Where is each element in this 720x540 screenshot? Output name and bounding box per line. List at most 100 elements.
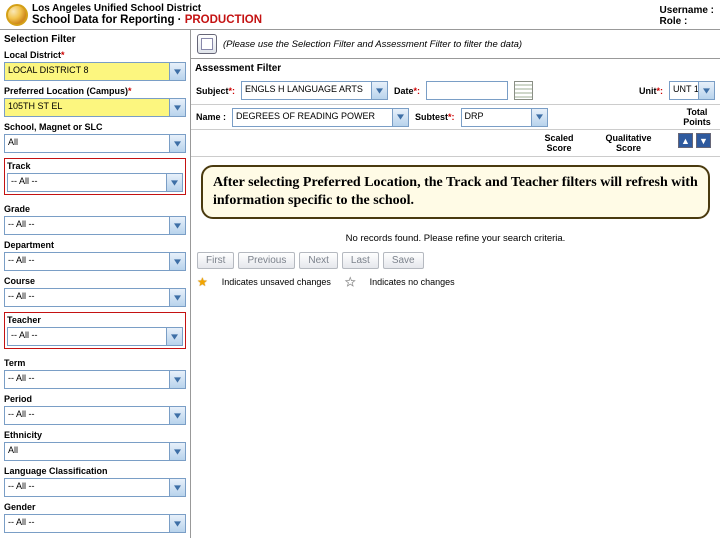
subject-select[interactable]: ENGLS H LANGUAGE ARTS [241,81,388,100]
star-unsaved-icon: ★ [197,275,208,289]
field-period: Period-- All -- [0,394,190,430]
track-select[interactable]: -- All -- [7,173,183,192]
chevron-down-icon [166,328,182,345]
star-nochange-icon: ★ [345,275,356,289]
subtest-select[interactable]: DRP [461,108,548,127]
teacher-select[interactable]: -- All -- [7,327,183,346]
date-input[interactable] [426,81,508,100]
local-district-value: LOCAL DISTRICT 8 [5,63,169,80]
env-badge: PRODUCTION [185,14,262,26]
save-button[interactable]: Save [383,252,424,269]
header-titles: Los Angeles Unified School District Scho… [32,3,262,26]
term-select[interactable]: -- All -- [4,370,186,389]
chevron-down-icon [698,82,714,99]
chevron-down-icon [169,63,185,80]
filter-hint: (Please use the Selection Filter and Ass… [223,39,522,50]
school-magnet-or-slc-value: All [5,135,169,152]
no-records-message: No records found. Please refine your sea… [191,229,720,248]
chevron-down-icon [371,82,387,99]
language-classification-select[interactable]: -- All -- [4,478,186,497]
name-select[interactable]: DEGREES OF READING POWER [232,108,409,127]
teacher-label: Teacher [7,315,183,327]
gender-select[interactable]: -- All -- [4,514,186,533]
field-preferred-location-campus-: Preferred Location (Campus)*105TH ST EL [0,86,190,122]
username-label: Username : [660,5,714,16]
field-department: Department-- All -- [0,240,190,276]
score-headers: Scaled Score Qualitative Score ▲ ▼ [191,129,720,157]
last-button[interactable]: Last [342,252,379,269]
hint-row: (Please use the Selection Filter and Ass… [191,30,720,58]
af-row-1: Subject*: ENGLS H LANGUAGE ARTS Date*: U… [191,79,720,102]
chevron-down-icon [166,174,182,191]
period-select[interactable]: -- All -- [4,406,186,425]
previous-button[interactable]: Previous [238,252,295,269]
gender-value: -- All -- [5,515,169,532]
app-name: School Data for Reporting · PRODUCTION [32,14,262,26]
sort-desc-icon[interactable]: ▼ [696,133,711,148]
legend-unsaved: Indicates unsaved changes [222,277,331,287]
header-user: Username : Role : [660,2,714,27]
track-emphasis: Track-- All -- [4,158,186,195]
subject-label: Subject*: [196,86,235,96]
chevron-down-icon [169,371,185,388]
period-label: Period [4,394,186,406]
gender-label: Gender [4,502,186,514]
chevron-down-icon [169,443,185,460]
local-district-select[interactable]: LOCAL DISTRICT 8 [4,62,186,81]
date-label: Date*: [394,86,420,96]
field-school-magnet-or-slc: School, Magnet or SLCAll [0,122,190,158]
course-label: Course [4,276,186,288]
selection-filter-panel: Selection Filter Local District*LOCAL DI… [0,30,191,538]
course-select[interactable]: -- All -- [4,288,186,307]
grade-label: Grade [4,204,186,216]
calendar-icon[interactable] [514,81,533,100]
field-gender: Gender-- All -- [0,502,190,538]
language-classification-value: -- All -- [5,479,169,496]
chevron-down-icon [169,99,185,116]
qual-score-header: Qualitative Score [596,130,661,156]
af-row-2: Name : DEGREES OF READING POWER Subtest*… [191,105,720,129]
grade-value: -- All -- [5,217,169,234]
chevron-down-icon [169,479,185,496]
org-name: Los Angeles Unified School District [32,3,262,14]
field-course: Course-- All -- [0,276,190,312]
header-left: Los Angeles Unified School District Scho… [6,2,262,27]
unit-select[interactable]: UNT 1 [669,81,715,100]
chevron-down-icon [169,135,185,152]
subtest-label: Subtest*: [415,112,455,122]
selection-filter-title: Selection Filter [0,30,190,50]
preferred-location-campus--select[interactable]: 105TH ST EL [4,98,186,117]
content-area: (Please use the Selection Filter and Ass… [191,30,720,538]
field-grade: Grade-- All -- [0,204,190,240]
track-value: -- All -- [8,174,166,191]
school-magnet-or-slc-select[interactable]: All [4,134,186,153]
school-magnet-or-slc-label: School, Magnet or SLC [4,122,186,134]
field-term: Term-- All -- [0,358,190,394]
next-button[interactable]: Next [299,252,338,269]
app-header: Los Angeles Unified School District Scho… [0,0,720,30]
field-ethnicity: EthnicityAll [0,430,190,466]
chevron-down-icon [531,109,547,126]
field-language-classification: Language Classification-- All -- [0,466,190,502]
chevron-down-icon [169,289,185,306]
chevron-down-icon [169,515,185,532]
total-points-header: Total Points [679,107,715,127]
name-label: Name : [196,112,226,122]
ethnicity-label: Ethnicity [4,430,186,442]
department-value: -- All -- [5,253,169,270]
term-label: Term [4,358,186,370]
pager: First Previous Next Last Save [191,248,720,273]
language-classification-label: Language Classification [4,466,186,478]
ethnicity-value: All [5,443,169,460]
first-button[interactable]: First [197,252,234,269]
teacher-emphasis: Teacher-- All -- [4,312,186,349]
grade-select[interactable]: -- All -- [4,216,186,235]
ethnicity-select[interactable]: All [4,442,186,461]
department-select[interactable]: -- All -- [4,252,186,271]
preferred-location-campus--label: Preferred Location (Campus)* [4,86,186,98]
print-icon[interactable] [197,34,217,54]
department-label: Department [4,240,186,252]
chevron-down-icon [169,253,185,270]
sort-asc-icon[interactable]: ▲ [678,133,693,148]
column-tools: ▲ ▼ [673,130,716,156]
